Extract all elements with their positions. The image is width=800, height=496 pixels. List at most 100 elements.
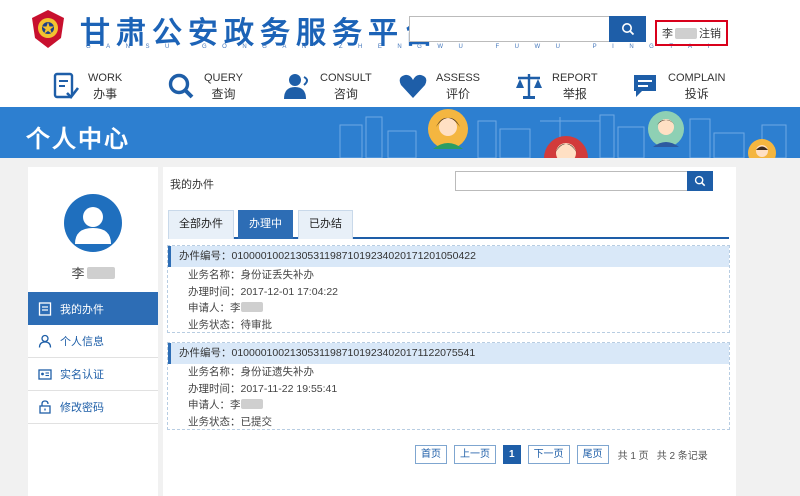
application-id: 0100001002130531198710192340201711220755… bbox=[231, 347, 476, 359]
status-row: 业务状态：待审批 bbox=[168, 317, 729, 334]
nav-report[interactable]: REPORT 举报 bbox=[514, 68, 598, 104]
staff-avatar-2 bbox=[544, 136, 588, 158]
report-icon bbox=[516, 74, 542, 99]
nav-complain-en: COMPLAIN bbox=[668, 72, 726, 84]
applicant-label: 申请人： bbox=[188, 399, 230, 411]
nav-query-cn: 查询 bbox=[211, 87, 236, 101]
site-subtitle: GANSU GONGAN ZHENGWU FUWU PINGTAI bbox=[86, 44, 725, 50]
service-name-label: 业务名称： bbox=[188, 366, 241, 378]
sidebar-item-real-name-auth[interactable]: 实名认证 bbox=[28, 358, 158, 391]
user-icon bbox=[38, 334, 52, 348]
redacted-block bbox=[675, 27, 697, 39]
status-label: 业务状态： bbox=[188, 318, 241, 331]
nav-assess-cn: 评价 bbox=[446, 87, 471, 101]
application-id-label: 办件编号： bbox=[179, 250, 232, 262]
application-search-input[interactable] bbox=[455, 171, 687, 191]
main-panel: 我的办件 全部办件 办理中 已办结 办件编号：01000010021305311… bbox=[163, 167, 736, 496]
redacted-block bbox=[86, 267, 115, 279]
document-icon bbox=[38, 301, 52, 316]
nav-consult-cn: 咨询 bbox=[333, 87, 358, 101]
nav-complain-cn: 投诉 bbox=[684, 87, 709, 101]
first-page-button[interactable]: 首页 bbox=[415, 444, 447, 464]
header-search-button[interactable] bbox=[609, 16, 646, 42]
applicant-name: 李 bbox=[230, 399, 241, 411]
nav-assess[interactable]: ASSESS 评价 bbox=[398, 68, 480, 104]
sidebar-item-label: 实名认证 bbox=[60, 369, 104, 381]
user-logout-box[interactable]: 李 注销 bbox=[655, 20, 728, 46]
applicant-label: 申请人： bbox=[188, 302, 230, 314]
header-search-input[interactable] bbox=[409, 16, 609, 42]
nav-consult-en: CONSULT bbox=[320, 72, 372, 84]
application-id-row: 办件编号：01000010021305311987101923402017112… bbox=[168, 343, 729, 364]
sidebar-item-label: 我的办件 bbox=[60, 303, 104, 316]
nav-work-en: WORK bbox=[88, 72, 123, 84]
sidebar-item-change-password[interactable]: 修改密码 bbox=[28, 391, 158, 424]
staff-avatar-3 bbox=[648, 111, 684, 147]
application-id-label: 办件编号： bbox=[179, 347, 232, 359]
police-emblem-icon bbox=[32, 10, 64, 48]
status-badge: 已提交 bbox=[240, 415, 273, 428]
logout-link[interactable]: 注销 bbox=[699, 25, 721, 41]
search-icon bbox=[694, 175, 706, 187]
process-time: 2017-12-01 17:04:22 bbox=[240, 285, 339, 298]
sidebar-item-personal-info[interactable]: 个人信息 bbox=[28, 325, 158, 358]
applicant-row: 申请人：李 bbox=[168, 397, 729, 414]
application-id: 0100001002130531198710192340201712010504… bbox=[231, 250, 476, 262]
tab-in-progress[interactable]: 办理中 bbox=[238, 210, 293, 239]
status-row: 业务状态：已提交 bbox=[168, 414, 729, 431]
tab-completed[interactable]: 已办结 bbox=[298, 210, 353, 239]
status-tabs: 全部办件 办理中 已办结 bbox=[168, 208, 729, 239]
banner: 个人中心 bbox=[0, 107, 800, 158]
next-page-button[interactable]: 下一页 bbox=[527, 444, 570, 464]
search-icon bbox=[621, 23, 634, 36]
record-count: 共 2 条记录 bbox=[656, 450, 708, 462]
page-title: 我的办件 bbox=[170, 179, 214, 191]
last-page-button[interactable]: 尾页 bbox=[576, 444, 609, 464]
service-name: 身份证丢失补办 bbox=[240, 269, 315, 281]
banner-title: 个人中心 bbox=[26, 126, 130, 153]
page-number-button[interactable]: 1 bbox=[503, 444, 521, 464]
status-label: 业务状态： bbox=[188, 415, 241, 428]
nav-consult[interactable]: CONSULT 咨询 bbox=[282, 68, 372, 104]
application-search-button[interactable] bbox=[687, 171, 713, 191]
nav-assess-en: ASSESS bbox=[436, 72, 481, 84]
redacted-block bbox=[240, 399, 263, 409]
applicant-name: 李 bbox=[230, 302, 241, 314]
prev-page-button[interactable]: 上一页 bbox=[454, 444, 496, 464]
process-time-row: 办理时间：2017-11-22 19:55:41 bbox=[168, 381, 729, 398]
applicant-row: 申请人：李 bbox=[168, 300, 729, 317]
service-name: 身份证遗失补办 bbox=[240, 366, 315, 378]
header: 甘肃公安政务服务平台 GANSU GONGAN ZHENGWU FUWU PIN… bbox=[0, 0, 800, 62]
nav-query[interactable]: QUERY 查询 bbox=[166, 68, 243, 104]
tab-all-applications[interactable]: 全部办件 bbox=[168, 210, 234, 239]
pagination: 首页 上一页 1 下一页 尾页 共 1 页 共 2 条记录 bbox=[415, 444, 708, 464]
user-name: 李 bbox=[662, 28, 673, 40]
assess-icon bbox=[399, 74, 427, 98]
sidebar-item-my-applications[interactable]: 我的办件 bbox=[28, 292, 158, 325]
work-icon bbox=[53, 72, 80, 99]
service-name-label: 业务名称： bbox=[188, 269, 241, 281]
application-id-row: 办件编号：01000010021305311987101923402017120… bbox=[168, 246, 729, 267]
redacted-block bbox=[240, 302, 263, 312]
avatar bbox=[64, 194, 122, 252]
nav-work[interactable]: WORK 办事 bbox=[50, 68, 122, 104]
nav-query-en: QUERY bbox=[204, 72, 243, 84]
nav-complain[interactable]: COMPLAIN 投诉 bbox=[630, 68, 725, 104]
user-avatar-icon bbox=[75, 207, 111, 244]
nav-work-cn: 办事 bbox=[93, 87, 118, 101]
sidebar-item-label: 个人信息 bbox=[60, 336, 104, 348]
process-time-row: 办理时间：2017-12-01 17:04:22 bbox=[168, 284, 729, 301]
sidebar: 李 我的办件 个人信息 实名认证 修改密码 bbox=[28, 167, 158, 496]
application-card[interactable]: 办件编号：01000010021305311987101923402017120… bbox=[167, 245, 730, 333]
staff-avatar-1 bbox=[428, 109, 468, 149]
query-icon bbox=[168, 73, 194, 99]
application-card[interactable]: 办件编号：01000010021305311987101923402017112… bbox=[167, 342, 730, 430]
status-badge: 待审批 bbox=[240, 318, 273, 331]
page-count: 共 1 页 bbox=[617, 450, 649, 462]
id-card-icon bbox=[38, 369, 52, 380]
lock-icon bbox=[39, 400, 51, 414]
complain-icon bbox=[634, 75, 656, 97]
staff-avatar-4 bbox=[748, 139, 776, 158]
process-time: 2017-11-22 19:55:41 bbox=[240, 382, 338, 395]
main-nav: WORK 办事 QUERY 查询 CONSULT 咨询 ASSESS 评价 REPORT… bbox=[0, 62, 800, 107]
